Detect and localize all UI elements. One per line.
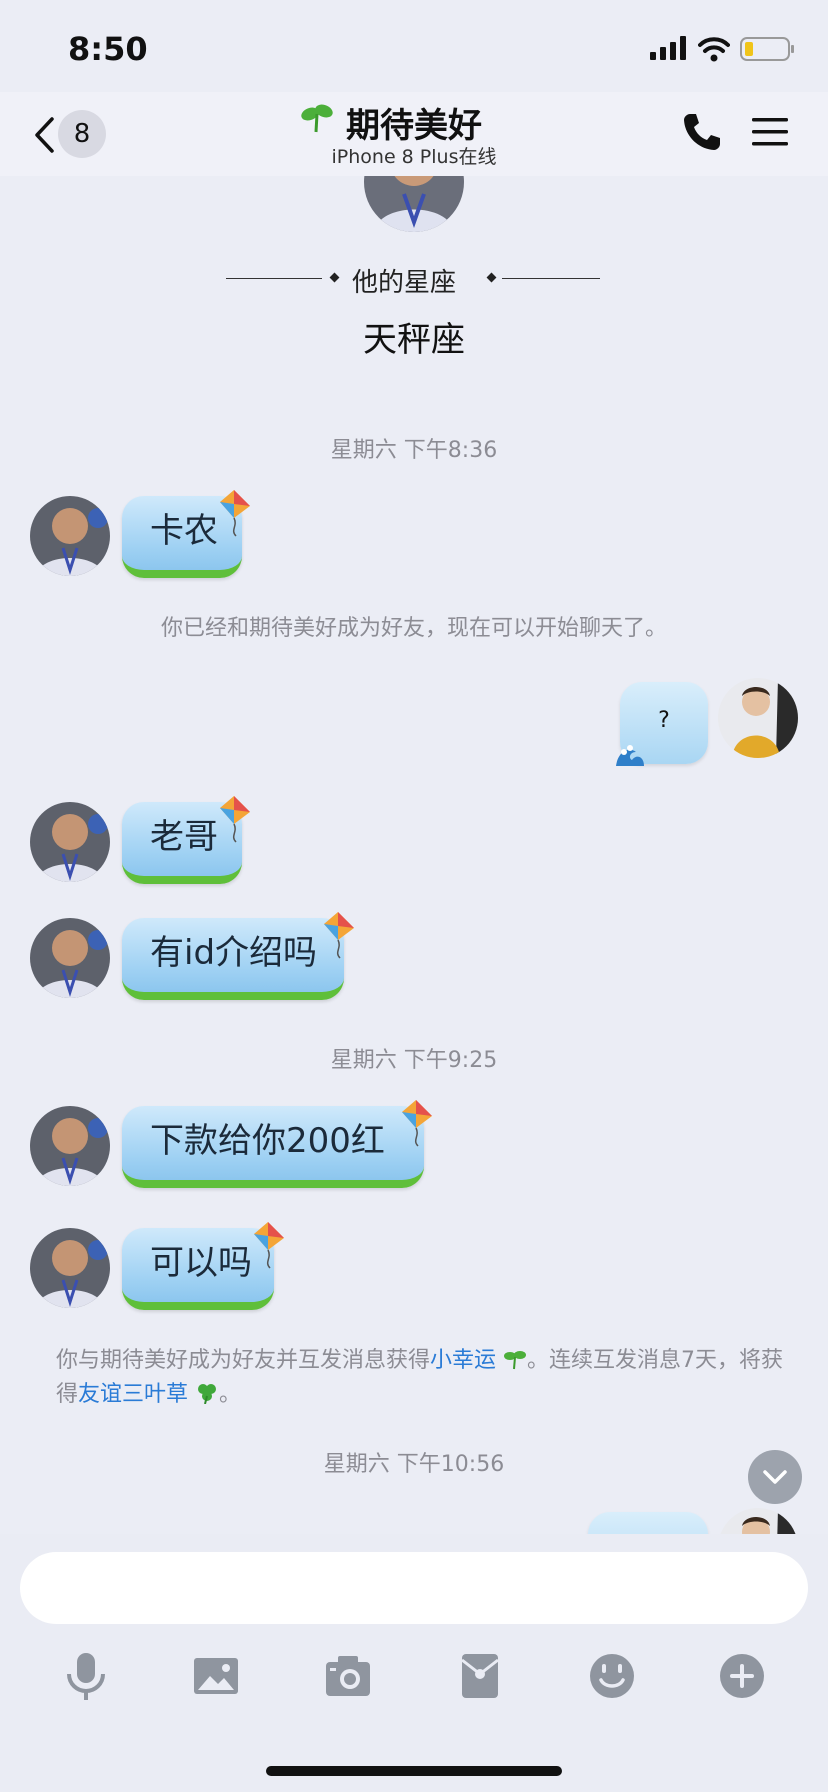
kite-icon	[324, 912, 354, 959]
message-bubble[interactable]: 有id介绍吗	[122, 918, 344, 1000]
wave-icon	[616, 745, 644, 766]
contact-profile-avatar[interactable]	[364, 176, 464, 232]
mic-icon[interactable]	[60, 1650, 112, 1702]
input-area	[0, 1534, 828, 1792]
chevron-down-icon	[763, 1470, 787, 1484]
diamond-icon	[329, 272, 340, 283]
wifi-icon	[698, 37, 730, 62]
emoji-icon[interactable]	[586, 1650, 638, 1702]
contact-avatar[interactable]	[30, 496, 110, 576]
my-avatar[interactable]	[718, 678, 798, 758]
status-bar: 8:50	[0, 0, 828, 92]
notice-text: 。	[219, 1382, 242, 1407]
lucky-link[interactable]: 小幸运	[430, 1348, 496, 1373]
scroll-to-bottom-button[interactable]	[748, 1450, 802, 1504]
chat-header: 8 期待美好 iPhone 8 Plus在线	[0, 92, 828, 176]
contact-avatar[interactable]	[30, 802, 110, 882]
system-message: 你已经和期待美好成为好友，现在可以开始聊天了。	[160, 616, 667, 641]
red-packet-icon[interactable]	[454, 1650, 506, 1702]
kite-icon	[220, 490, 250, 537]
sprout-icon	[504, 1351, 527, 1370]
clover-link[interactable]: 友谊三叶草	[78, 1382, 188, 1407]
message-timestamp: 星期六 下午10:56	[323, 1452, 505, 1477]
friendship-notice: 你与期待美好成为好友并互发消息获得小幸运 。连续互发消息7天，将获得友谊三叶草 …	[56, 1344, 786, 1412]
message-timestamp: 星期六 下午9:25	[330, 1048, 498, 1073]
plus-icon[interactable]	[716, 1650, 768, 1702]
message-bubble[interactable]: 下款给你200红	[122, 1106, 424, 1188]
my-message-bubble[interactable]	[588, 1512, 708, 1534]
contact-avatar[interactable]	[30, 1106, 110, 1186]
kite-icon	[402, 1100, 432, 1147]
message-text: ?	[658, 708, 670, 733]
zodiac-label: 他的星座	[352, 268, 457, 298]
battery-icon	[740, 37, 794, 61]
contact-avatar[interactable]	[30, 1228, 110, 1308]
phone-icon[interactable]	[680, 110, 724, 154]
home-indicator	[266, 1766, 562, 1776]
message-input[interactable]	[20, 1552, 808, 1624]
my-avatar[interactable]	[718, 1508, 798, 1534]
notice-text: 你与期待美好成为好友并互发消息获得	[56, 1348, 431, 1373]
sprout-icon	[301, 104, 333, 133]
status-time: 8:50	[68, 30, 148, 68]
image-icon[interactable]	[190, 1650, 242, 1702]
message-text: 卡农	[150, 511, 218, 551]
message-text: 下款给你200红	[150, 1121, 385, 1161]
signal-icon	[650, 36, 686, 60]
message-timestamp: 星期六 下午8:36	[330, 438, 498, 463]
kite-icon	[220, 796, 250, 843]
divider	[502, 278, 600, 279]
chat-title[interactable]: 期待美好	[346, 98, 482, 147]
clover-icon	[198, 1384, 217, 1405]
menu-icon[interactable]	[750, 112, 790, 152]
chat-area[interactable]: 他的星座 天秤座 星期六 下午8:36 卡农 你已经和期待美好成为好友，现在可以…	[0, 176, 828, 1534]
kite-icon	[254, 1222, 284, 1269]
camera-icon[interactable]	[322, 1650, 374, 1702]
my-message-bubble[interactable]: ?	[616, 682, 708, 766]
message-text: 老哥	[150, 817, 218, 857]
divider	[226, 278, 322, 279]
contact-avatar[interactable]	[30, 918, 110, 998]
diamond-icon	[486, 272, 497, 283]
message-text: 可以吗	[150, 1243, 252, 1283]
message-text: 有id介绍吗	[150, 933, 318, 973]
zodiac-value: 天秤座	[363, 320, 465, 360]
